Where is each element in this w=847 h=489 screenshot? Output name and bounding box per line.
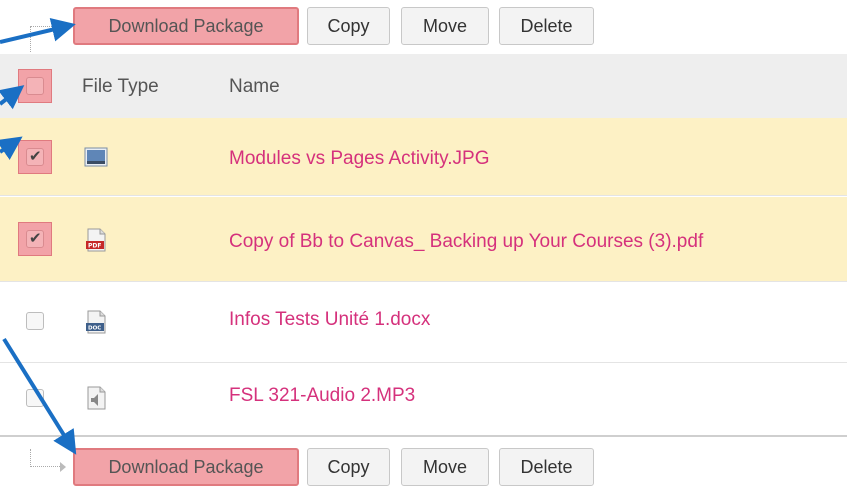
file-name-link[interactable]: FSL 321-Audio 2.MP3 [229, 385, 415, 407]
copy-button[interactable]: Copy [307, 448, 390, 486]
tree-connector-line [30, 26, 64, 52]
select-all-checkbox-wrap[interactable] [18, 69, 52, 103]
row-checkbox-wrap[interactable] [18, 381, 52, 415]
pdf-file-icon: PDF [86, 228, 106, 252]
file-row[interactable]: Modules vs Pages Activity.JPG [0, 118, 847, 196]
image-file-icon [84, 147, 108, 167]
top-action-toolbar: Download Package Copy Move Delete [0, 0, 847, 52]
tree-connector-arrow [30, 449, 66, 472]
file-row[interactable]: DOC Infos Tests Unité 1.docx [0, 283, 847, 363]
row-checkbox[interactable] [26, 229, 44, 248]
move-button[interactable]: Move [401, 448, 489, 486]
file-grid-header: File Type Name [0, 54, 847, 118]
file-name-link[interactable]: Copy of Bb to Canvas_ Backing up Your Co… [229, 231, 703, 253]
column-header-file-type[interactable]: File Type [82, 76, 159, 98]
file-name-link[interactable]: Modules vs Pages Activity.JPG [229, 148, 489, 170]
row-checkbox[interactable] [26, 147, 44, 166]
audio-file-icon [87, 386, 106, 410]
row-checkbox[interactable] [26, 389, 44, 407]
bottom-action-toolbar: Download Package Copy Move Delete [0, 445, 847, 489]
file-name-link[interactable]: Infos Tests Unité 1.docx [229, 309, 430, 331]
row-checkbox[interactable] [26, 312, 44, 330]
copy-button[interactable]: Copy [307, 7, 390, 45]
file-row[interactable]: FSL 321-Audio 2.MP3 [0, 363, 847, 437]
svg-text:PDF: PDF [88, 243, 101, 250]
download-package-button[interactable]: Download Package [73, 448, 299, 486]
download-package-button[interactable]: Download Package [73, 7, 299, 45]
column-header-name[interactable]: Name [229, 76, 280, 98]
move-button[interactable]: Move [401, 7, 489, 45]
file-row[interactable]: PDF Copy of Bb to Canvas_ Backing up You… [0, 197, 847, 282]
delete-button[interactable]: Delete [499, 7, 594, 45]
svg-text:DOC: DOC [88, 326, 101, 332]
delete-button[interactable]: Delete [499, 448, 594, 486]
row-checkbox-wrap[interactable] [18, 222, 52, 256]
doc-file-icon: DOC [86, 310, 106, 334]
row-checkbox-wrap[interactable] [18, 304, 52, 338]
select-all-checkbox[interactable] [26, 77, 44, 95]
row-checkbox-wrap[interactable] [18, 140, 52, 174]
